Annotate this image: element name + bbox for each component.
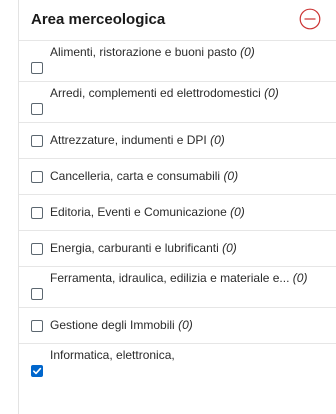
filter-item-energia[interactable]: Energia, carburanti e lubrificanti (0) [19, 230, 336, 266]
filter-item-label: Editoria, Eventi e Comunicazione (0) [50, 205, 245, 219]
checkbox[interactable] [31, 207, 43, 219]
filter-item-label: Arredi, complementi ed elettrodomestici … [50, 86, 279, 100]
filter-item-cancelleria[interactable]: Cancelleria, carta e consumabili (0) [19, 158, 336, 194]
checkbox[interactable] [31, 288, 43, 300]
filter-item-editoria[interactable]: Editoria, Eventi e Comunicazione (0) [19, 194, 336, 230]
filter-item-arredi[interactable]: Arredi, complementi ed elettrodomestici … [19, 81, 336, 122]
filter-item-attrezzature[interactable]: Attrezzature, indumenti e DPI (0) [19, 122, 336, 158]
filter-item-label: Gestione degli Immobili (0) [50, 318, 193, 332]
checkbox[interactable] [31, 171, 43, 183]
checkbox[interactable] [31, 243, 43, 255]
collapse-button[interactable] [299, 8, 321, 30]
filter-item-informatica[interactable]: Informatica, elettronica, [19, 343, 336, 384]
checkbox[interactable] [31, 320, 43, 332]
filter-list: Alimenti, ristorazione e buoni pasto (0)… [19, 40, 336, 384]
filter-title: Area merceologica [31, 11, 166, 28]
checkbox[interactable] [31, 62, 43, 74]
filter-item-label: Cancelleria, carta e consumabili (0) [50, 169, 239, 183]
checkbox[interactable] [31, 103, 43, 115]
checkbox[interactable] [31, 135, 43, 147]
filter-item-label: Alimenti, ristorazione e buoni pasto (0) [50, 45, 255, 59]
checkbox-checked[interactable] [31, 365, 43, 377]
minus-circle-icon [299, 8, 321, 30]
filter-item-label: Attrezzature, indumenti e DPI (0) [50, 133, 225, 147]
filter-item-gestione-immobili[interactable]: Gestione degli Immobili (0) [19, 307, 336, 343]
filter-item-alimenti[interactable]: Alimenti, ristorazione e buoni pasto (0) [19, 40, 336, 81]
filter-panel: Area merceologica Alimenti, ristorazione… [18, 0, 336, 414]
filter-item-label: Energia, carburanti e lubrificanti (0) [50, 241, 237, 255]
filter-header: Area merceologica [31, 8, 321, 34]
check-icon [32, 367, 42, 375]
filter-item-label: Informatica, elettronica, [50, 348, 175, 362]
filter-item-label: Ferramenta, idraulica, edilizia e materi… [50, 271, 308, 285]
filter-item-ferramenta[interactable]: Ferramenta, idraulica, edilizia e materi… [19, 266, 336, 307]
